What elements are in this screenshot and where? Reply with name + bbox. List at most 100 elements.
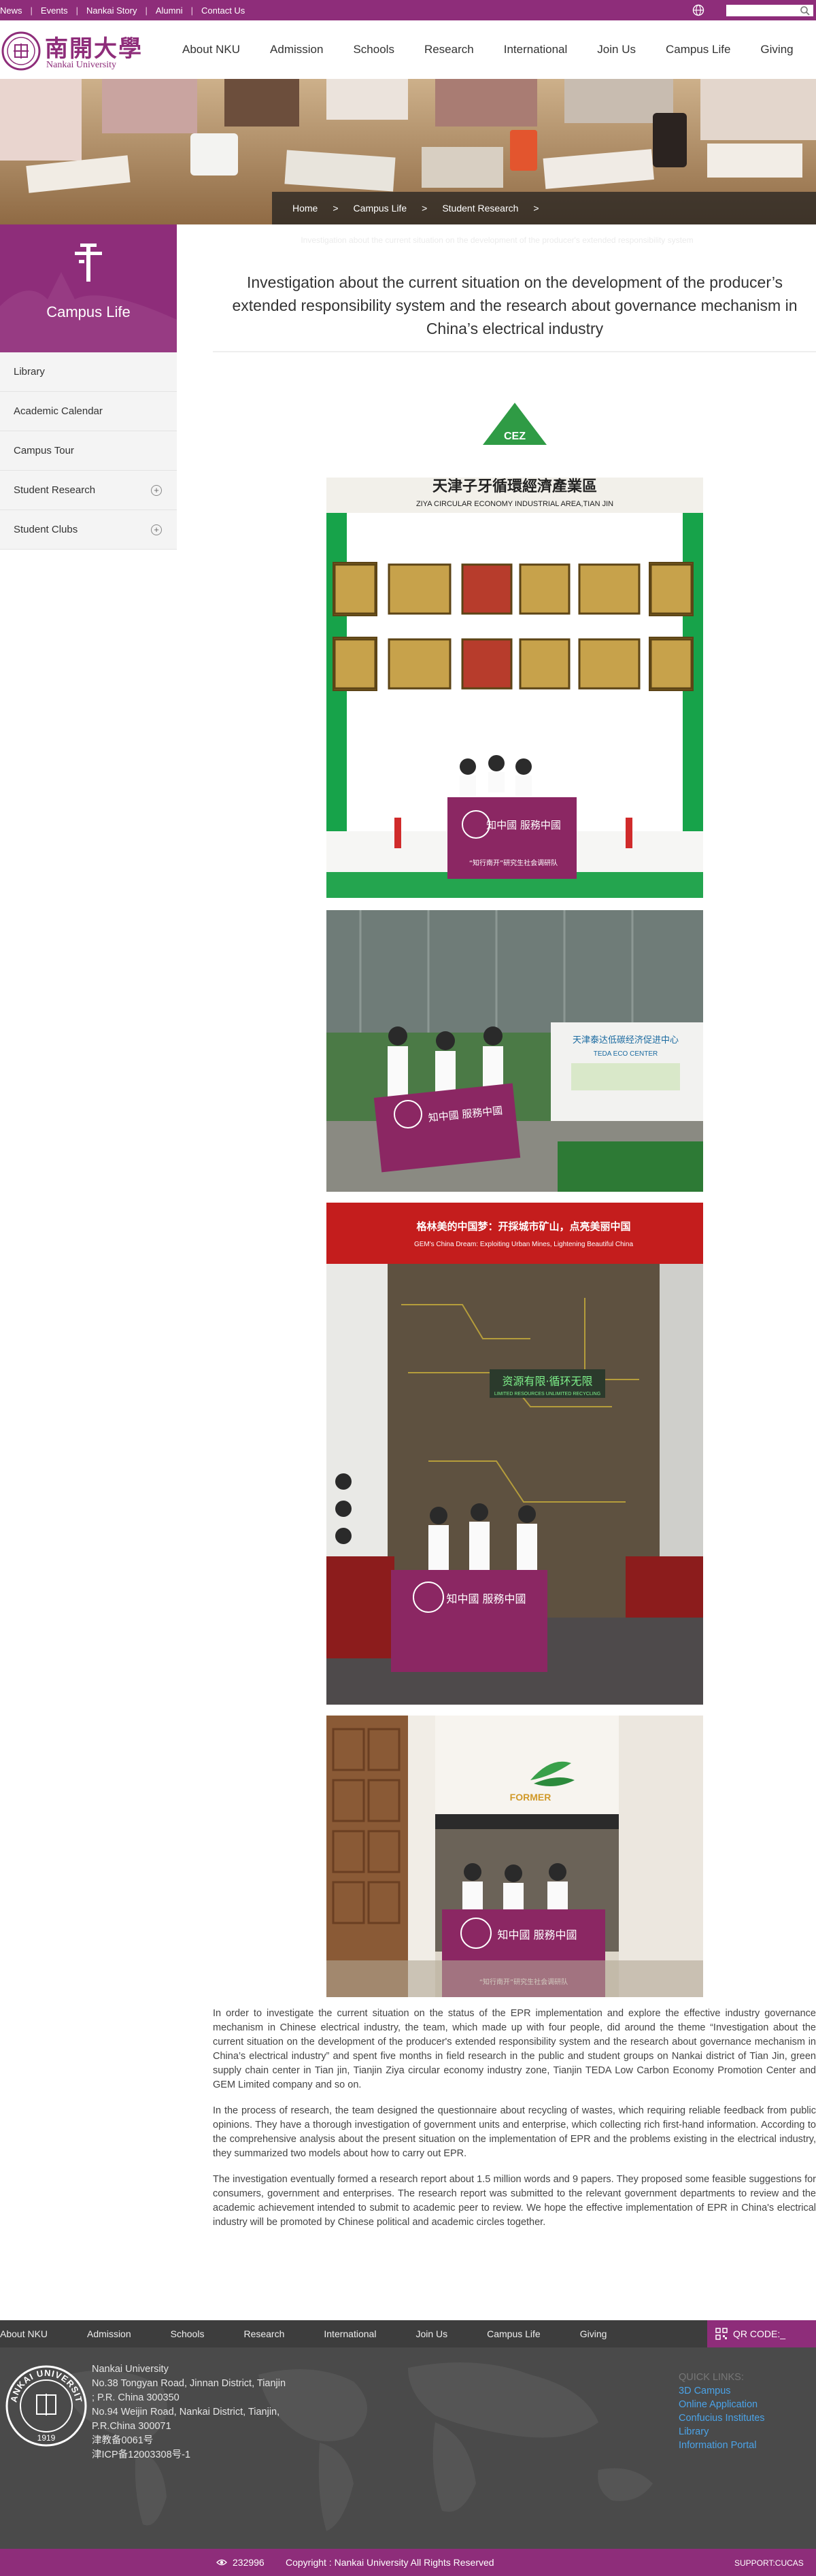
separator: | <box>190 5 193 16</box>
address-line: No.94 Weijin Road, Nankai District, Tian… <box>92 2407 280 2418</box>
footer-nav-campus-life[interactable]: Campus Life <box>487 2328 541 2339</box>
utility-link-contact-us[interactable]: Contact Us <box>201 5 245 16</box>
sidebar-item-academic-calendar[interactable]: Academic Calendar <box>0 392 177 431</box>
breadcrumb-home[interactable]: Home <box>292 203 318 214</box>
plus-circle-icon[interactable]: + <box>151 524 162 535</box>
copyright-bar: 232996 Copyright : Nankai University All… <box>0 2549 816 2576</box>
sidebar-item-student-clubs[interactable]: Student Clubs + <box>0 510 177 550</box>
quick-link-3d-campus[interactable]: 3D Campus <box>679 2384 765 2398</box>
plus-circle-icon[interactable]: + <box>151 485 162 496</box>
photo-former-company-lobby: FORMER 知中國 服務中國 “知行南开”研究生社会调研队 <box>326 1716 703 1997</box>
svg-text:GEM's China Dream: Exploiting: GEM's China Dream: Exploiting Urban Mine… <box>414 1241 634 1248</box>
breadcrumb-campus-life[interactable]: Campus Life <box>354 203 407 214</box>
utility-link-news[interactable]: News <box>0 5 22 16</box>
separator: | <box>75 5 79 16</box>
utility-link-alumni[interactable]: Alumni <box>156 5 183 16</box>
article-paragraph: In order to investigate the current situ… <box>213 2008 816 2090</box>
article-title: Investigation about the current situatio… <box>232 273 798 337</box>
photo-ziya-industrial-area: CEZ 天津子牙循環經濟產業區 ZIYA CIRCULAR ECONOMY IN… <box>326 396 703 898</box>
svg-text:天津子牙循環經濟產業區: 天津子牙循環經濟產業區 <box>432 478 597 495</box>
quick-links-heading: QUICK LINKS: <box>679 2372 744 2383</box>
search-icon[interactable] <box>800 5 811 16</box>
utility-link-events[interactable]: Events <box>41 5 68 16</box>
quick-links: QUICK LINKS: 3D Campus Online Applicatio… <box>679 2371 765 2452</box>
nav-join-us[interactable]: Join Us <box>597 43 636 56</box>
svg-text:天津泰达低碳经济促进中心: 天津泰达低碳经济促进中心 <box>573 1035 679 1046</box>
separator: | <box>30 5 33 16</box>
separator: | <box>145 5 148 16</box>
address-line: ; P.R. China 300350 <box>92 2392 180 2403</box>
address-line: P.R.China 300071 <box>92 2421 171 2432</box>
address-line: 津ICP备12003308号-1 <box>92 2449 191 2460</box>
nav-international[interactable]: International <box>504 43 568 56</box>
copyright-text: Copyright : Nankai University All Rights… <box>286 2557 494 2568</box>
svg-text:“知行南开”研究生社会调研队: “知行南开”研究生社会调研队 <box>469 858 558 867</box>
sidebar-item-label: Student Clubs <box>14 524 78 535</box>
svg-text:NANKAI UNIVERSITY: NANKAI UNIVERSITY <box>4 2364 84 2404</box>
qr-code-label: QR CODE:_ <box>733 2328 786 2339</box>
sidebar-item-campus-tour[interactable]: Campus Tour <box>0 431 177 471</box>
breadcrumb-current-page: Investigation about the current situatio… <box>301 235 694 245</box>
nav-about-nku[interactable]: About NKU <box>182 43 240 56</box>
utility-links: News | Events | Nankai Story | Alumni | … <box>0 0 245 20</box>
sidebar-header: Campus Life <box>0 224 177 352</box>
quick-link-confucius-institutes[interactable]: Confucius Institutes <box>679 2411 765 2425</box>
support-credit: SUPPORT:CUCAS <box>734 2558 804 2568</box>
sidebar-item-label: Campus Tour <box>14 445 74 456</box>
university-seal-icon <box>1 31 41 71</box>
svg-text:格林美的中国梦：开採城市矿山，点亮美丽中国: 格林美的中国梦：开採城市矿山，点亮美丽中国 <box>416 1220 630 1233</box>
site-header: 南開大學 Nankai University About NKU Admissi… <box>0 20 816 79</box>
nankai-university-seal-icon: NANKAI UNIVERSITY 1919 <box>4 2364 87 2447</box>
breadcrumb-student-research[interactable]: Student Research <box>442 203 518 214</box>
address-line: 津教备0061号 <box>92 2435 154 2446</box>
footer-nav-join-us[interactable]: Join Us <box>415 2328 447 2339</box>
svg-text:LIMITED RESOURCES UNLIMITED RE: LIMITED RESOURCES UNLIMITED RECYCLING <box>494 1392 600 1396</box>
sidebar-item-label: Student Research <box>14 484 96 496</box>
photo-teda-eco-center: 天津泰达低碳经济促进中心 TEDA ECO CENTER 知中國 服務中國 <box>326 910 703 1192</box>
address-line: No.38 Tongyan Road, Jinnan District, Tia… <box>92 2378 286 2389</box>
quick-link-online-application[interactable]: Online Application <box>679 2398 765 2411</box>
sidebar-title: Campus Life <box>46 303 131 320</box>
svg-text:资源有限·循环无限: 资源有限·循环无限 <box>502 1375 592 1388</box>
sidebar-item-library[interactable]: Library <box>0 352 177 392</box>
sidebar-item-label: Academic Calendar <box>14 405 103 417</box>
footer-nav-about-nku[interactable]: About NKU <box>0 2328 48 2339</box>
svg-text:知中國 服務中國: 知中國 服務中國 <box>446 1592 526 1605</box>
svg-text:1919: 1919 <box>37 2433 56 2443</box>
main-navigation: About NKU Admission Schools Research Int… <box>182 20 794 79</box>
nav-research[interactable]: Research <box>424 43 474 56</box>
footer-address: Nankai University No.38 Tongyan Road, Ji… <box>92 2362 286 2462</box>
logo-chinese-name: 南開大學 <box>45 35 143 63</box>
logo-english-name: Nankai University <box>46 60 117 70</box>
qr-code-icon <box>715 2328 728 2340</box>
nav-campus-life[interactable]: Campus Life <box>666 43 730 56</box>
utility-link-nankai-story[interactable]: Nankai Story <box>86 5 137 16</box>
sidebar-item-label: Library <box>14 366 45 378</box>
footer-nav-international[interactable]: International <box>324 2328 376 2339</box>
sidebar-item-student-research[interactable]: Student Research + <box>0 471 177 510</box>
sidebar-menu: Library Academic Calendar Campus Tour St… <box>0 352 177 550</box>
footer-nav-research[interactable]: Research <box>243 2328 284 2339</box>
nav-schools[interactable]: Schools <box>353 43 394 56</box>
breadcrumb-separator: > <box>422 203 428 214</box>
university-logo[interactable]: 南開大學 Nankai University <box>0 27 143 72</box>
nav-giving[interactable]: Giving <box>760 43 793 56</box>
footer-nav-schools[interactable]: Schools <box>171 2328 205 2339</box>
qr-code-button[interactable]: QR CODE:_ <box>707 2320 816 2347</box>
footer-main: NANKAI UNIVERSITY 1919 Nankai University… <box>0 2347 816 2549</box>
title-divider <box>213 351 816 352</box>
address-line: Nankai University <box>92 2364 169 2375</box>
nav-admission[interactable]: Admission <box>270 43 323 56</box>
quick-link-library[interactable]: Library <box>679 2425 765 2439</box>
svg-text:知中國 服務中國: 知中國 服務中國 <box>497 1928 577 1941</box>
footer-nav-admission[interactable]: Admission <box>87 2328 131 2339</box>
quick-link-information-portal[interactable]: Information Portal <box>679 2439 765 2452</box>
svg-text:ZIYA CIRCULAR ECONOMY INDUSTRI: ZIYA CIRCULAR ECONOMY INDUSTRIAL AREA,TI… <box>416 500 613 508</box>
article-paragraph: In the process of research, the team des… <box>213 2105 816 2159</box>
breadcrumb-separator: > <box>533 203 539 214</box>
svg-text:TEDA ECO CENTER: TEDA ECO CENTER <box>594 1050 658 1058</box>
svg-text:FORMER: FORMER <box>510 1792 551 1803</box>
footer-nav-giving[interactable]: Giving <box>580 2328 607 2339</box>
article-paragraph: The investigation eventually formed a re… <box>213 2174 816 2228</box>
globe-icon[interactable] <box>692 4 704 16</box>
